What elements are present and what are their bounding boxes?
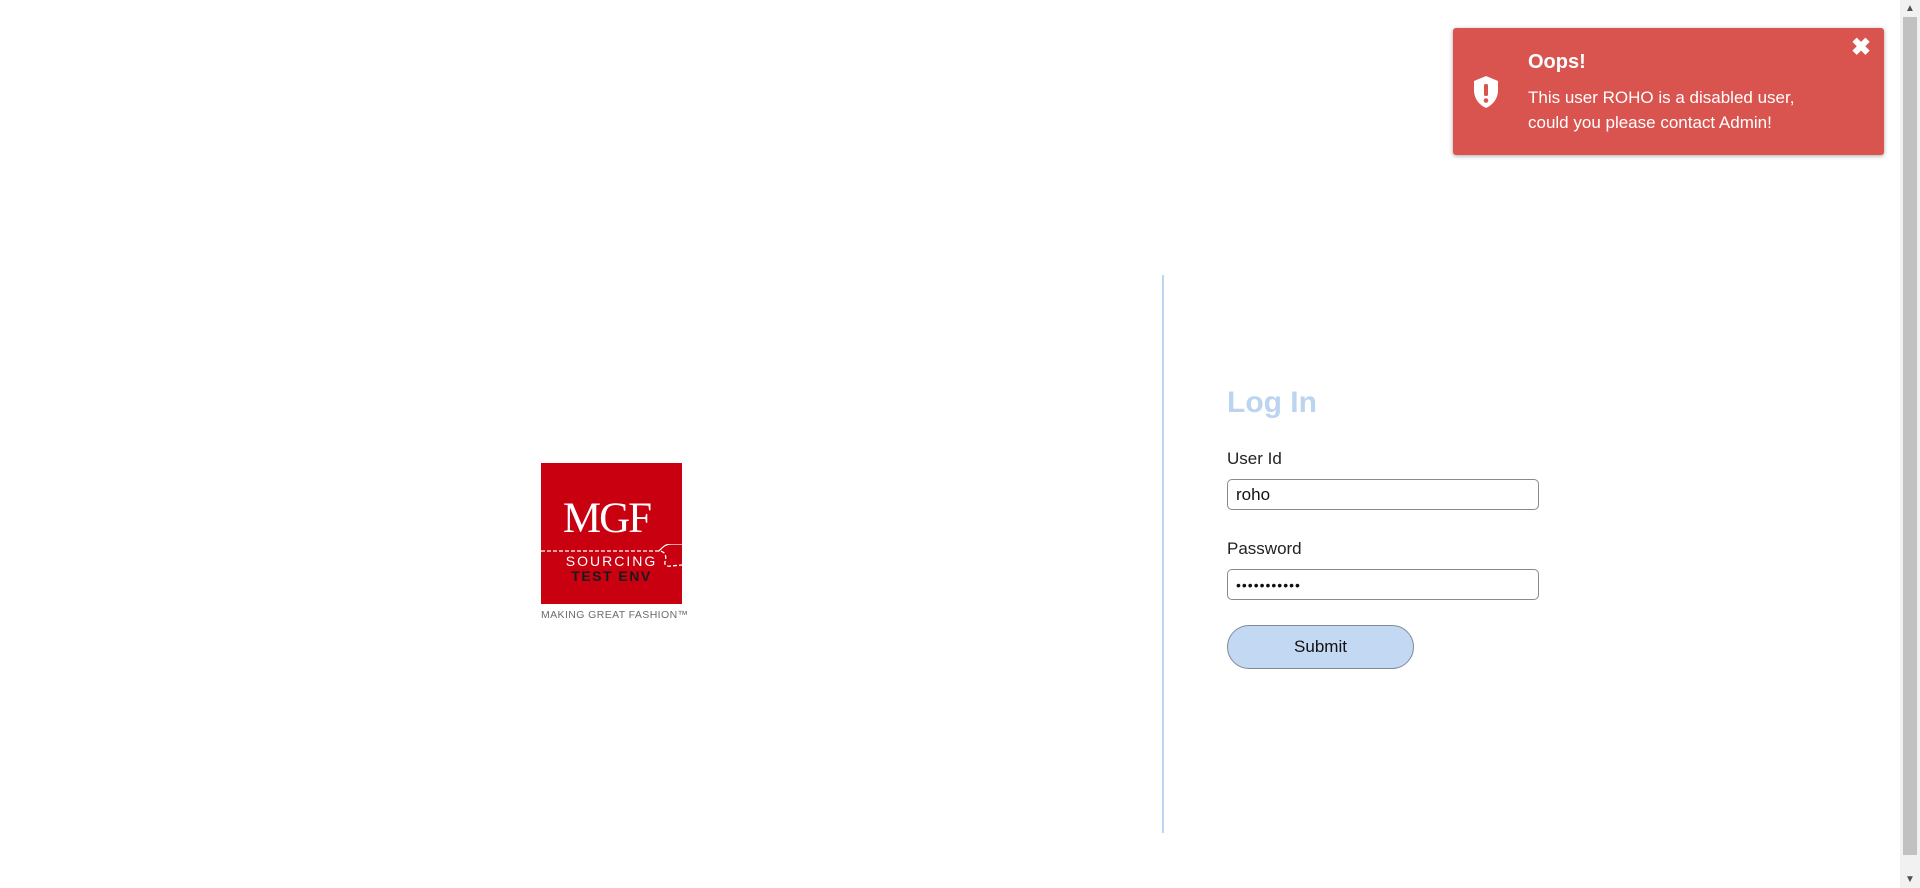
- user-id-input[interactable]: [1227, 479, 1539, 510]
- vertical-divider: [1162, 275, 1164, 833]
- brand-logo: MGF SOURCING TEST ENV MAKING GREAT FASHI…: [541, 463, 691, 621]
- shield-exclamation-icon: [1474, 76, 1498, 108]
- toast-message: This user ROHO is a disabled user, could…: [1528, 88, 1795, 132]
- password-input[interactable]: [1227, 569, 1539, 600]
- login-title: Log In: [1227, 386, 1317, 419]
- vertical-scrollbar[interactable]: ▲ ▼: [1900, 0, 1920, 888]
- scroll-down-arrow-icon[interactable]: ▼: [1900, 871, 1920, 888]
- logo-sourcing-text: SOURCING: [565, 553, 658, 569]
- submit-button[interactable]: Submit: [1227, 625, 1414, 669]
- login-form: Log In User Id Password Submit: [1227, 386, 1547, 669]
- logo-brand-text: MGF: [562, 495, 652, 542]
- logo-tagline: MAKING GREAT FASHION™: [541, 609, 689, 621]
- scroll-up-arrow-icon[interactable]: ▲: [1900, 0, 1920, 17]
- user-id-label: User Id: [1227, 449, 1282, 468]
- close-icon[interactable]: ✖: [1850, 36, 1872, 60]
- login-page: MGF SOURCING TEST ENV MAKING GREAT FASHI…: [0, 0, 1920, 888]
- toast-title: Oops!: [1528, 51, 1586, 73]
- error-toast: Oops! This user ROHO is a disabled user,…: [1453, 28, 1884, 155]
- password-label: Password: [1227, 539, 1302, 558]
- scrollbar-thumb[interactable]: [1903, 17, 1917, 855]
- logo-test-env-text: TEST ENV: [571, 568, 652, 584]
- logo-box: MGF SOURCING TEST ENV: [541, 463, 682, 604]
